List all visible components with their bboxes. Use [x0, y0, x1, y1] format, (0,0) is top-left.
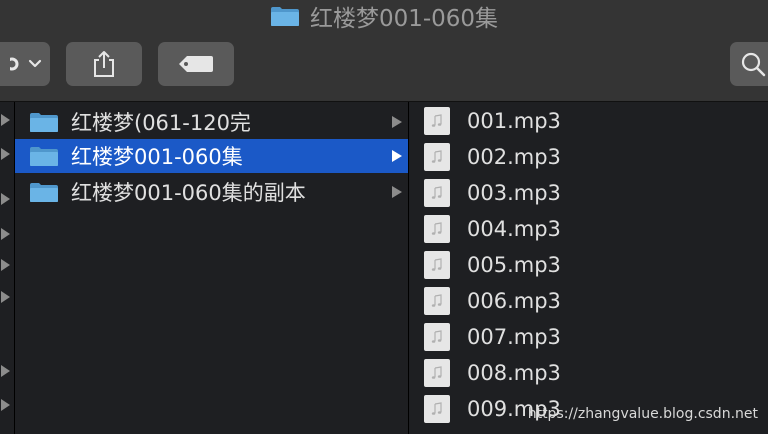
audio-file-icon — [424, 215, 450, 243]
disclosure-arrow-icon — [1, 259, 10, 271]
search-icon — [741, 52, 766, 77]
file-item[interactable]: 006.mp3 — [409, 284, 768, 318]
audio-file-icon — [424, 323, 450, 351]
disclosure-arrow-icon — [1, 148, 10, 160]
finder-window: 红楼梦001-060集 红楼梦(061-120完 红楼梦001-060集 红楼梦… — [0, 0, 768, 434]
file-item[interactable]: 003.mp3 — [409, 176, 768, 210]
file-column: 001.mp3 002.mp3 003.mp3 004.mp3 005.mp3 … — [409, 102, 768, 434]
file-item[interactable]: 005.mp3 — [409, 248, 768, 282]
audio-file-icon — [424, 395, 450, 423]
file-label: 002.mp3 — [467, 145, 561, 169]
disclosure-arrow-icon — [1, 193, 10, 205]
disclosure-arrow-icon — [392, 150, 402, 162]
tag-icon — [179, 56, 213, 72]
disclosure-arrow-icon — [392, 186, 402, 198]
folder-item[interactable]: 红楼梦001-060集的副本 — [15, 175, 408, 209]
disclosure-arrow-icon — [1, 365, 10, 377]
file-label: 007.mp3 — [467, 325, 561, 349]
tag-button[interactable] — [158, 42, 234, 86]
audio-file-icon — [424, 359, 450, 387]
file-label: 004.mp3 — [467, 217, 561, 241]
disclosure-arrow-icon — [1, 291, 10, 303]
folder-icon — [270, 7, 299, 26]
chevron-down-icon — [28, 59, 42, 68]
file-label: 006.mp3 — [467, 289, 561, 313]
file-label: 003.mp3 — [467, 181, 561, 205]
folder-label: 红楼梦001-060集的副本 — [71, 181, 306, 205]
folder-label: 红楼梦001-060集 — [71, 145, 243, 169]
file-item[interactable]: 004.mp3 — [409, 212, 768, 246]
search-button[interactable] — [730, 42, 768, 86]
watermark: https://zhangvalue.blog.csdn.net — [527, 406, 758, 422]
folder-column: 红楼梦(061-120完 红楼梦001-060集 红楼梦001-060集的副本 — [15, 102, 409, 434]
file-item[interactable]: 001.mp3 — [409, 104, 768, 138]
folder-icon — [30, 113, 58, 132]
file-item[interactable]: 007.mp3 — [409, 320, 768, 354]
share-icon — [94, 51, 114, 77]
file-item[interactable]: 008.mp3 — [409, 356, 768, 390]
audio-file-icon — [424, 179, 450, 207]
disclosure-arrow-icon — [1, 114, 10, 126]
disclosure-arrow-icon — [392, 116, 402, 128]
file-item[interactable]: 002.mp3 — [409, 140, 768, 174]
audio-file-icon — [424, 251, 450, 279]
file-label: 001.mp3 — [467, 109, 561, 133]
file-label: 008.mp3 — [467, 361, 561, 385]
folder-item-selected[interactable]: 红楼梦001-060集 — [15, 139, 408, 173]
window-title: 红楼梦001-060集 — [0, 0, 768, 32]
window-title-text: 红楼梦001-060集 — [309, 6, 499, 32]
audio-file-icon — [424, 107, 450, 135]
folder-item[interactable]: 红楼梦(061-120完 — [15, 105, 408, 139]
toolbar: 红楼梦001-060集 — [0, 0, 768, 102]
disclosure-arrow-icon — [1, 228, 10, 240]
gear-icon — [10, 57, 19, 71]
disclosure-arrow-icon — [1, 399, 10, 411]
audio-file-icon — [424, 143, 450, 171]
share-button[interactable] — [66, 42, 142, 86]
parent-column[interactable] — [0, 102, 15, 434]
folder-icon — [30, 147, 58, 166]
audio-file-icon — [424, 287, 450, 315]
folder-icon — [30, 183, 58, 202]
folder-label: 红楼梦(061-120完 — [71, 111, 251, 135]
file-label: 005.mp3 — [467, 253, 561, 277]
action-menu-button[interactable] — [0, 42, 50, 86]
